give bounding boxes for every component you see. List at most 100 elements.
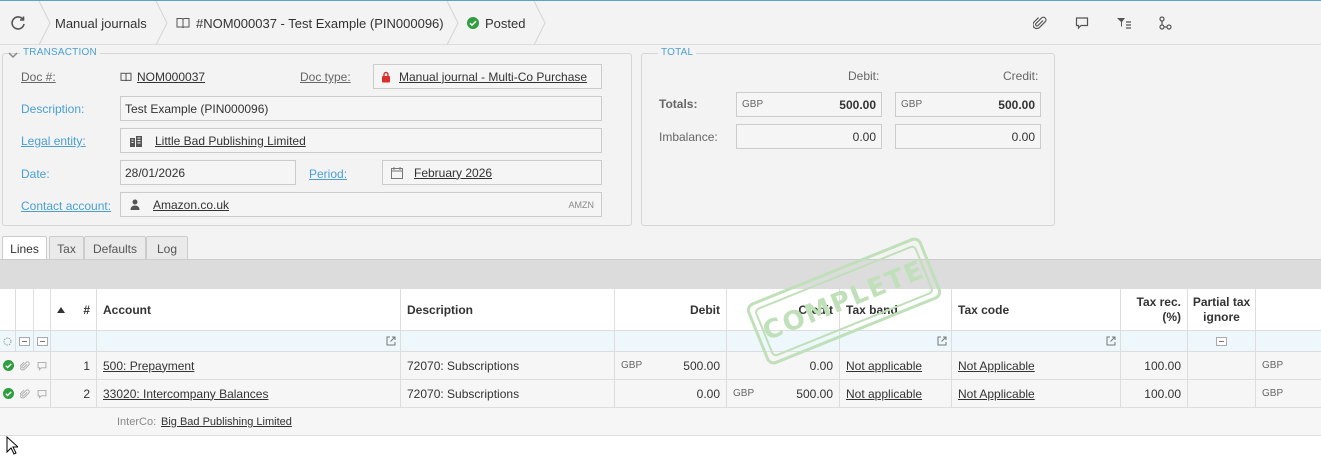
- line-tax-code[interactable]: Not Applicable: [952, 380, 1121, 407]
- filter-list-icon[interactable]: [1114, 13, 1134, 33]
- status-badge: Posted: [467, 1, 525, 45]
- table-row[interactable]: 2 33020: Intercompany Balances 72070: Su…: [0, 380, 1321, 408]
- column-header-debit[interactable]: Debit: [615, 289, 727, 330]
- doc-number-field[interactable]: NOM000037: [120, 70, 205, 84]
- filter-account[interactable]: [97, 331, 401, 351]
- filter-tax-rec[interactable]: [1121, 331, 1188, 351]
- column-header-credit[interactable]: Credit: [727, 289, 840, 330]
- filter-credit[interactable]: [727, 331, 840, 351]
- debit-value: 500.00: [683, 358, 720, 373]
- legal-entity-field[interactable]: Little Bad Publishing Limited: [120, 128, 602, 153]
- paperclip-icon[interactable]: [16, 380, 34, 407]
- open-external-icon[interactable]: [386, 336, 396, 346]
- imbalance-credit-field: 0.00: [895, 124, 1041, 149]
- tax-code-link[interactable]: Not Applicable: [958, 359, 1035, 373]
- account-link[interactable]: 500: Prepayment: [103, 359, 194, 373]
- open-external-icon[interactable]: [937, 336, 947, 346]
- description-field[interactable]: Test Example (PIN000096): [120, 96, 602, 121]
- line-tax-band[interactable]: Not applicable: [840, 352, 952, 379]
- filter-toggle-icon[interactable]: [16, 331, 34, 351]
- imbalance-debit-field: 0.00: [736, 124, 882, 149]
- filter-tax-code[interactable]: [952, 331, 1121, 351]
- filter-description[interactable]: [401, 331, 615, 351]
- column-header-description[interactable]: Description: [401, 289, 615, 330]
- status-label: Posted: [485, 15, 526, 31]
- grid-header-row: # Account Description Debit Credit Tax b…: [0, 289, 1321, 331]
- line-account[interactable]: 33020: Intercompany Balances: [97, 380, 401, 407]
- line-account[interactable]: 500: Prepayment: [97, 352, 401, 379]
- contact-account-label[interactable]: Contact account:: [21, 199, 111, 213]
- total-credit-field: GBP 500.00: [895, 92, 1041, 117]
- currency-code: GBP: [742, 99, 764, 110]
- tab-defaults[interactable]: Defaults: [84, 236, 146, 260]
- tab-lines[interactable]: Lines: [2, 236, 47, 261]
- filter-toggle-icon[interactable]: [34, 331, 51, 351]
- doc-number-label[interactable]: Doc #:: [21, 70, 56, 84]
- filter-debit[interactable]: [615, 331, 727, 351]
- column-header-account[interactable]: Account: [97, 289, 401, 330]
- account-link[interactable]: 33020: Intercompany Balances: [103, 387, 268, 401]
- chevron-down-icon[interactable]: [7, 50, 19, 60]
- doc-type-value[interactable]: Manual journal - Multi-Co Purchase: [399, 70, 587, 84]
- column-header-tax-rec[interactable]: Tax rec. (%): [1121, 289, 1188, 330]
- line-tax-band[interactable]: Not applicable: [840, 380, 952, 407]
- line-debit: 0.00: [615, 380, 727, 407]
- comment-icon[interactable]: [34, 380, 51, 407]
- period-value[interactable]: February 2026: [414, 166, 492, 180]
- filter-cell[interactable]: [51, 331, 97, 351]
- paperclip-icon[interactable]: [16, 352, 34, 379]
- share-icon[interactable]: [1155, 13, 1175, 33]
- period-field[interactable]: February 2026: [382, 160, 602, 185]
- filter-cell: [1256, 331, 1321, 351]
- doc-number-value[interactable]: NOM000037: [137, 70, 205, 84]
- check-circle-icon: [467, 17, 479, 29]
- breadcrumb-manual-journals[interactable]: Manual journals: [55, 1, 147, 45]
- paperclip-icon[interactable]: [1030, 13, 1050, 33]
- refresh-icon[interactable]: [8, 13, 28, 33]
- open-external-icon[interactable]: [1106, 336, 1116, 346]
- line-credit: 0.00: [727, 352, 840, 379]
- currency-code: GBP: [1262, 360, 1284, 371]
- doc-type-label[interactable]: Doc type:: [300, 70, 351, 84]
- breadcrumb-record: #NOM000037 - Test Example (PIN000096): [176, 1, 444, 45]
- comment-icon[interactable]: [34, 352, 51, 379]
- tab-log[interactable]: Log: [146, 236, 188, 260]
- table-row[interactable]: 1 500: Prepayment 72070: Subscriptions G…: [0, 352, 1321, 380]
- tax-code-link[interactable]: Not Applicable: [958, 387, 1035, 401]
- record-title: #NOM000037 - Test Example (PIN000096): [196, 15, 444, 31]
- sort-up-icon[interactable]: [51, 289, 71, 330]
- period-label[interactable]: Period:: [309, 167, 347, 181]
- legal-entity-value[interactable]: Little Bad Publishing Limited: [155, 134, 306, 148]
- breadcrumb-separator: [533, 0, 547, 46]
- interco-link[interactable]: Big Bad Publishing Limited: [161, 416, 292, 428]
- building-icon: [129, 135, 143, 147]
- tax-band-link[interactable]: Not applicable: [846, 387, 922, 401]
- date-field[interactable]: 28/01/2026: [120, 160, 296, 185]
- totals-label: Totals:: [659, 97, 698, 111]
- line-credit: GBP 500.00: [727, 380, 840, 407]
- contact-account-value[interactable]: Amazon.co.uk: [153, 198, 229, 212]
- contact-account-field[interactable]: Amazon.co.uk AMZN: [120, 192, 602, 217]
- date-label: Date:: [21, 167, 50, 181]
- book-icon: [176, 17, 190, 29]
- grid-toolbar: [0, 259, 1321, 289]
- filter-toggle-icon[interactable]: [1188, 331, 1256, 351]
- tax-band-link[interactable]: Not applicable: [846, 359, 922, 373]
- mouse-cursor-icon: [6, 435, 20, 458]
- lock-icon: [381, 71, 391, 83]
- column-header-partial-tax-ignore[interactable]: Partial tax ignore: [1188, 289, 1256, 330]
- column-header-tax-code[interactable]: Tax code: [952, 289, 1121, 330]
- breadcrumb-separator: [446, 0, 460, 46]
- person-icon: [130, 199, 140, 210]
- calendar-icon: [391, 166, 403, 179]
- debit-column-label: Debit:: [848, 69, 880, 83]
- tab-tax[interactable]: Tax: [49, 236, 84, 260]
- doc-type-field[interactable]: Manual journal - Multi-Co Purchase: [373, 64, 602, 89]
- line-tax-code[interactable]: Not Applicable: [952, 352, 1121, 379]
- filter-tax-band[interactable]: [840, 331, 952, 351]
- column-header-number[interactable]: #: [71, 289, 97, 330]
- legal-entity-label[interactable]: Legal entity:: [21, 134, 86, 148]
- filter-dot-icon[interactable]: [0, 331, 16, 351]
- column-header-tax-band[interactable]: Tax band: [840, 289, 952, 330]
- comment-icon[interactable]: [1072, 13, 1092, 33]
